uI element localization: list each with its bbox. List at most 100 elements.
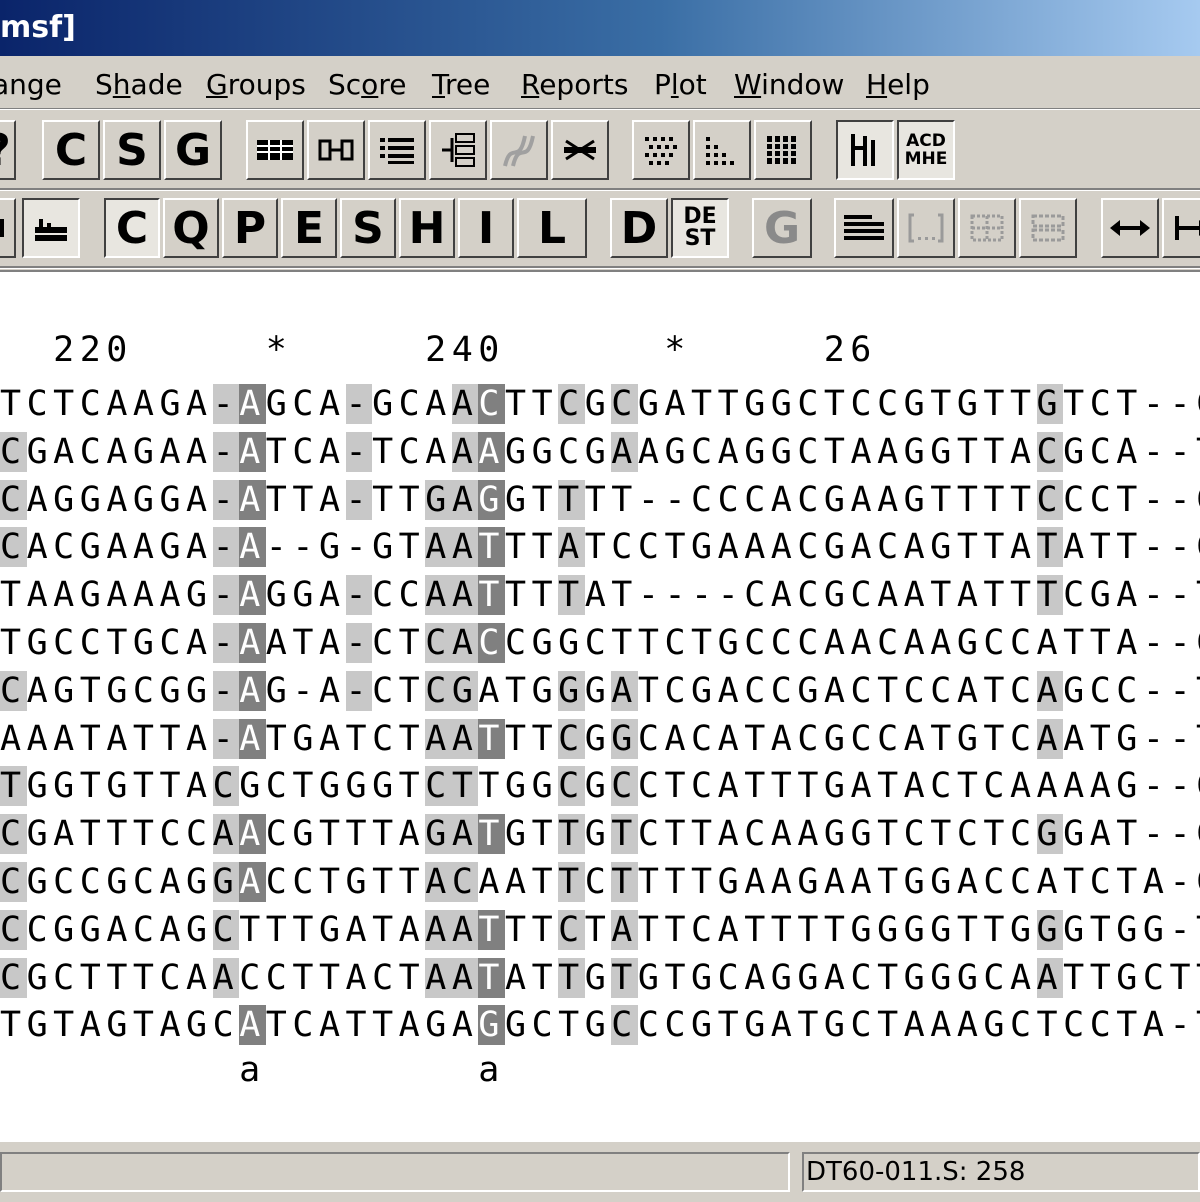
bracket-icon <box>908 213 944 243</box>
ruler-toggle-button[interactable] <box>836 120 894 180</box>
shade-s-button[interactable]: S <box>340 198 396 258</box>
shade-s-label: S <box>352 202 384 254</box>
dense-grid-button[interactable] <box>754 120 812 180</box>
curve-icon <box>503 135 535 167</box>
sequence-row[interactable]: CACGAAGA-A--G-GTAATTTATCCTGAAACGACAGTTAT… <box>0 523 1200 571</box>
menu-shade[interactable]: Shade <box>95 68 183 101</box>
window-title: msf] <box>0 10 76 45</box>
menu-groups[interactable]: Groups <box>206 68 306 101</box>
sequence-row[interactable]: AAATATTA-ATGATCTAATTTCGGCACATACGCCATGTCA… <box>0 715 1200 763</box>
expand-width-button[interactable] <box>1101 198 1159 258</box>
shuffle-icon <box>564 139 596 161</box>
menu-help[interactable]: Help <box>866 68 930 101</box>
tree-button[interactable] <box>429 120 487 180</box>
stacked-lines-button[interactable] <box>834 198 894 258</box>
help-button[interactable]: ? <box>0 120 16 180</box>
consensus-s-button[interactable]: S <box>103 120 161 180</box>
shade-e-button[interactable]: E <box>281 198 337 258</box>
shade-h-label: H <box>408 202 446 254</box>
pair-block-icon <box>318 139 354 161</box>
sequence-row[interactable]: CCGGACAGCTTTGATAAATTTCTATTCATTTTGGGGTTGG… <box>0 906 1200 954</box>
toolbar-main: ? C S G ACDMHE <box>0 112 1200 190</box>
s-button-label: S <box>116 124 148 176</box>
sequence-row[interactable]: TAAGAAAG-AGGA-CCAATTTTAT----CACGCAATATTT… <box>0 571 1200 619</box>
title-bar: msf] <box>0 0 1200 56</box>
dot-matrix-icon <box>645 137 677 165</box>
list-button[interactable] <box>368 120 426 180</box>
residue-names-button[interactable]: ACD MHE <box>897 120 955 180</box>
menu-ange[interactable]: ange <box>0 68 62 101</box>
histogram-button[interactable] <box>22 198 80 258</box>
sequence-row[interactable]: TGTAGTAGCATCATTAGAGGCTGCCCGTGATGCTAAAGCT… <box>0 1001 1200 1049</box>
grid-icon <box>0 219 4 237</box>
dot-plot-icon <box>706 137 734 165</box>
pair-block-button[interactable] <box>307 120 365 180</box>
double-arrow-icon <box>1110 220 1150 236</box>
sequence-row[interactable]: CGACAGAA-ATCA-TCAAAGGCGAAGCAGGCTAAGGTTAC… <box>0 428 1200 476</box>
shade-h-button[interactable]: H <box>399 198 455 258</box>
consensus-c-button[interactable]: C <box>42 120 100 180</box>
shade-p-button[interactable]: P <box>222 198 278 258</box>
dashed-rows-icon <box>1031 214 1065 242</box>
list-icon <box>380 138 414 164</box>
menu-score[interactable]: Score <box>328 68 406 101</box>
bracket-button[interactable] <box>897 198 955 258</box>
sequence-row[interactable]: CGCCGCAGGACCTGTTACAATTCTTTTGAAGAATGGACCA… <box>0 858 1200 906</box>
grid-block-button[interactable] <box>246 120 304 180</box>
shade-l-label: L <box>537 202 567 254</box>
ruler-icon <box>851 134 875 166</box>
shade-l-button[interactable]: L <box>517 198 587 258</box>
histogram-icon <box>35 219 67 241</box>
dotted-grid-icon <box>970 214 1004 242</box>
shade-e-label: E <box>293 202 325 254</box>
dense-grid-icon <box>766 136 798 164</box>
position-ruler: 220 * 240 * 26 <box>0 330 877 370</box>
dest-label: DE ST <box>683 204 717 251</box>
shuffle-button[interactable] <box>551 120 609 180</box>
menu-tree[interactable]: Tree <box>432 68 490 101</box>
status-bar: DT60-011.S: 258 <box>0 1140 1200 1202</box>
dotted-grid-button[interactable] <box>958 198 1016 258</box>
sequence-row[interactable]: TCTCAAGA-AGCA-GCAACTTCGCGATTGGCTCCGTGTTG… <box>0 380 1200 428</box>
shade-i-button[interactable]: I <box>458 198 514 258</box>
sequence-row[interactable]: TGCCTGCA-AATA-CTCACCGGCTTCTGCCCAACAAGCCA… <box>0 619 1200 667</box>
shade-i-label: I <box>477 202 495 254</box>
stacked-lines-icon <box>844 215 884 240</box>
shade-q-label: Q <box>172 202 210 254</box>
shade-c-label: C <box>115 202 149 254</box>
gray-g-button[interactable]: G <box>752 198 812 258</box>
align-right-button[interactable] <box>1162 198 1200 258</box>
residue-names-label: ACD MHE <box>904 131 948 169</box>
curve-button[interactable] <box>490 120 548 180</box>
sequence-row[interactable]: TGGTGTTACGCTGGGTCTTGGCGCCTCATTTGATACTCAA… <box>0 762 1200 810</box>
gray-g-label: G <box>763 202 801 254</box>
sequence-row[interactable]: CGATTTCCAACGTTTAGATGTTGTCTTACAAGGTCTCTCG… <box>0 810 1200 858</box>
dot-matrix-button[interactable] <box>632 120 690 180</box>
bar-arrow-icon <box>1175 216 1200 240</box>
menu-plot[interactable]: Plot <box>654 68 707 101</box>
shade-d-button[interactable]: D <box>610 198 668 258</box>
dest-button[interactable]: DE ST <box>671 198 729 258</box>
status-position: DT60-011.S: 258 <box>802 1152 1200 1192</box>
shade-c-button[interactable]: C <box>104 198 160 258</box>
dashed-rows-button[interactable] <box>1019 198 1077 258</box>
menu-reports[interactable]: Reports <box>521 68 628 101</box>
help-button-label: ? <box>0 125 11 176</box>
toolbar-shading: C Q P E S H I L D DE ST G <box>0 190 1200 268</box>
sequence-row[interactable]: CGCTTTCAACCTTACTAATATTGTGTGCAGGACTGGGCAA… <box>0 954 1200 1002</box>
tree-icon <box>442 133 475 167</box>
grid-block-icon <box>257 140 293 160</box>
sequence-row[interactable]: CAGGAGGA-ATTA-TTGAGGTTTT--CCCACGAAGTTTTC… <box>0 476 1200 524</box>
status-panel-empty <box>0 1152 790 1192</box>
c-button-label: C <box>54 124 88 176</box>
menu-bar: ange Shade Groups Score Tree Reports Plot Windo… <box>0 58 1200 109</box>
sequence-row[interactable]: CAGTGCGG-AG-A-CTCGATGGGATCGACCGACTCCATCA… <box>0 667 1200 715</box>
shade-q-button[interactable]: Q <box>163 198 219 258</box>
shade-d-label: D <box>620 202 658 254</box>
consensus-g-button[interactable]: G <box>164 120 222 180</box>
shade-p-label: P <box>233 202 267 254</box>
dot-plot-button[interactable] <box>693 120 751 180</box>
consensus-row: a a <box>0 1050 505 1090</box>
menu-window[interactable]: Window <box>734 68 844 101</box>
panel-left-button[interactable] <box>0 198 16 258</box>
